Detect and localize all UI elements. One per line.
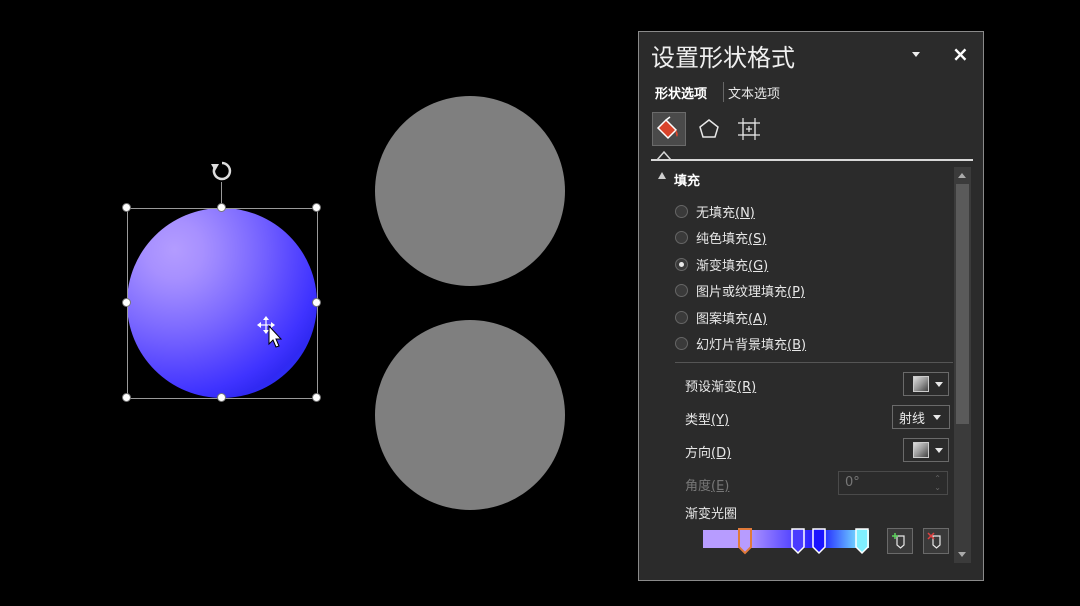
size-properties-icon[interactable] [732,112,766,146]
tab-shape-options[interactable]: 形状选项 [655,83,707,102]
option-shortcut: (P) [787,284,805,300]
option-label: 图案填充 [696,311,749,327]
option-label: 图片或纹理填充 [696,284,788,300]
options-divider [675,362,953,363]
option-label: 渐变填充 [696,258,749,274]
collapse-triangle-icon[interactable] [658,172,666,179]
add-gradient-stop-button[interactable] [887,528,913,554]
tab-separator [723,82,724,102]
option-label: 无填充 [696,205,736,221]
fill-section-title[interactable]: 填充 [674,170,700,189]
selection-box [127,208,318,399]
scroll-down-icon[interactable] [958,552,966,557]
radio-picture-fill[interactable]: 图片或纹理填充(P) [675,280,805,300]
resize-handle-se[interactable] [312,393,321,402]
direction-label: 方向(D) [685,446,732,461]
format-shape-pane: 设置形状格式 × 形状选项 文本选项 填充 无填充(N) 纯色填充(S) 渐变填… [638,31,984,581]
resize-handle-e[interactable] [312,298,321,307]
gradient-stops-bar[interactable] [703,530,869,548]
effects-icon[interactable] [692,112,726,146]
pane-scrollbar[interactable] [954,167,971,563]
gradient-stop-4[interactable] [854,527,870,555]
option-shortcut: (N) [735,205,755,221]
gradient-swatch-icon [913,376,929,392]
close-icon[interactable]: × [952,42,969,66]
pane-title: 设置形状格式 [651,44,795,72]
angle-spinbox: 0° ⌃ ⌄ [838,471,948,495]
gray-circle-bottom[interactable] [375,320,565,510]
direction-dropdown[interactable] [903,438,949,462]
radio-gradient-fill[interactable]: 渐变填充(G) [675,254,768,274]
angle-value: 0° [845,475,860,490]
gradient-stop-1[interactable] [737,527,753,555]
spin-arrows-icon: ⌃ ⌄ [934,474,941,492]
resize-handle-n[interactable] [217,203,226,212]
gradient-stop-3[interactable] [811,527,827,555]
chevron-down-icon [935,447,943,453]
resize-handle-nw[interactable] [122,203,131,212]
radio-pattern-fill[interactable]: 图案填充(A) [675,307,767,327]
radio-slide-background-fill[interactable]: 幻灯片背景填充(B) [675,333,806,353]
tab-text-options[interactable]: 文本选项 [728,83,780,102]
gradient-stop-2[interactable] [790,527,806,555]
option-shortcut: (A) [748,311,768,327]
fill-line-icon[interactable] [652,112,686,146]
gradient-swatch-icon [913,442,929,458]
angle-label: 角度(E) [685,479,730,494]
move-cursor-icon [257,316,283,348]
pane-options-dropdown-icon[interactable] [909,48,923,60]
type-dropdown[interactable]: 射线 [892,405,950,429]
preset-gradient-dropdown[interactable] [903,372,949,396]
option-label: 纯色填充 [696,231,749,247]
chevron-down-icon [935,381,943,387]
resize-handle-sw[interactable] [122,393,131,402]
chevron-down-icon [933,414,942,420]
remove-gradient-stop-icon [927,532,941,549]
resize-handle-ne[interactable] [312,203,321,212]
radio-button[interactable] [675,283,688,297]
remove-gradient-stop-button[interactable] [923,528,949,554]
selected-gradient-circle[interactable] [122,161,321,402]
preset-gradient-label: 预设渐变(R) [685,380,757,395]
option-label: 幻灯片背景填充 [696,337,788,353]
radio-button[interactable] [675,204,688,218]
slide-canvas [0,0,630,606]
scroll-up-icon[interactable] [958,173,966,178]
gradient-stops-label: 渐变光圈 [685,507,738,522]
radio-button-checked[interactable] [675,257,688,271]
radio-button[interactable] [675,230,688,244]
radio-no-fill[interactable]: 无填充(N) [675,201,755,221]
category-divider [651,159,973,161]
rotate-handle-icon[interactable] [209,158,235,184]
option-shortcut: (G) [748,258,769,274]
option-shortcut: (S) [748,231,767,247]
resize-handle-w[interactable] [122,298,131,307]
radio-solid-fill[interactable]: 纯色填充(S) [675,227,766,247]
option-shortcut: (B) [787,337,807,353]
type-label: 类型(Y) [685,413,730,428]
radio-button[interactable] [675,310,688,324]
radio-button[interactable] [675,336,688,350]
type-value: 射线 [899,411,926,427]
scrollbar-thumb[interactable] [956,184,969,424]
gray-circle-top[interactable] [375,96,565,286]
resize-handle-s[interactable] [217,393,226,402]
add-gradient-stop-icon [892,533,905,549]
